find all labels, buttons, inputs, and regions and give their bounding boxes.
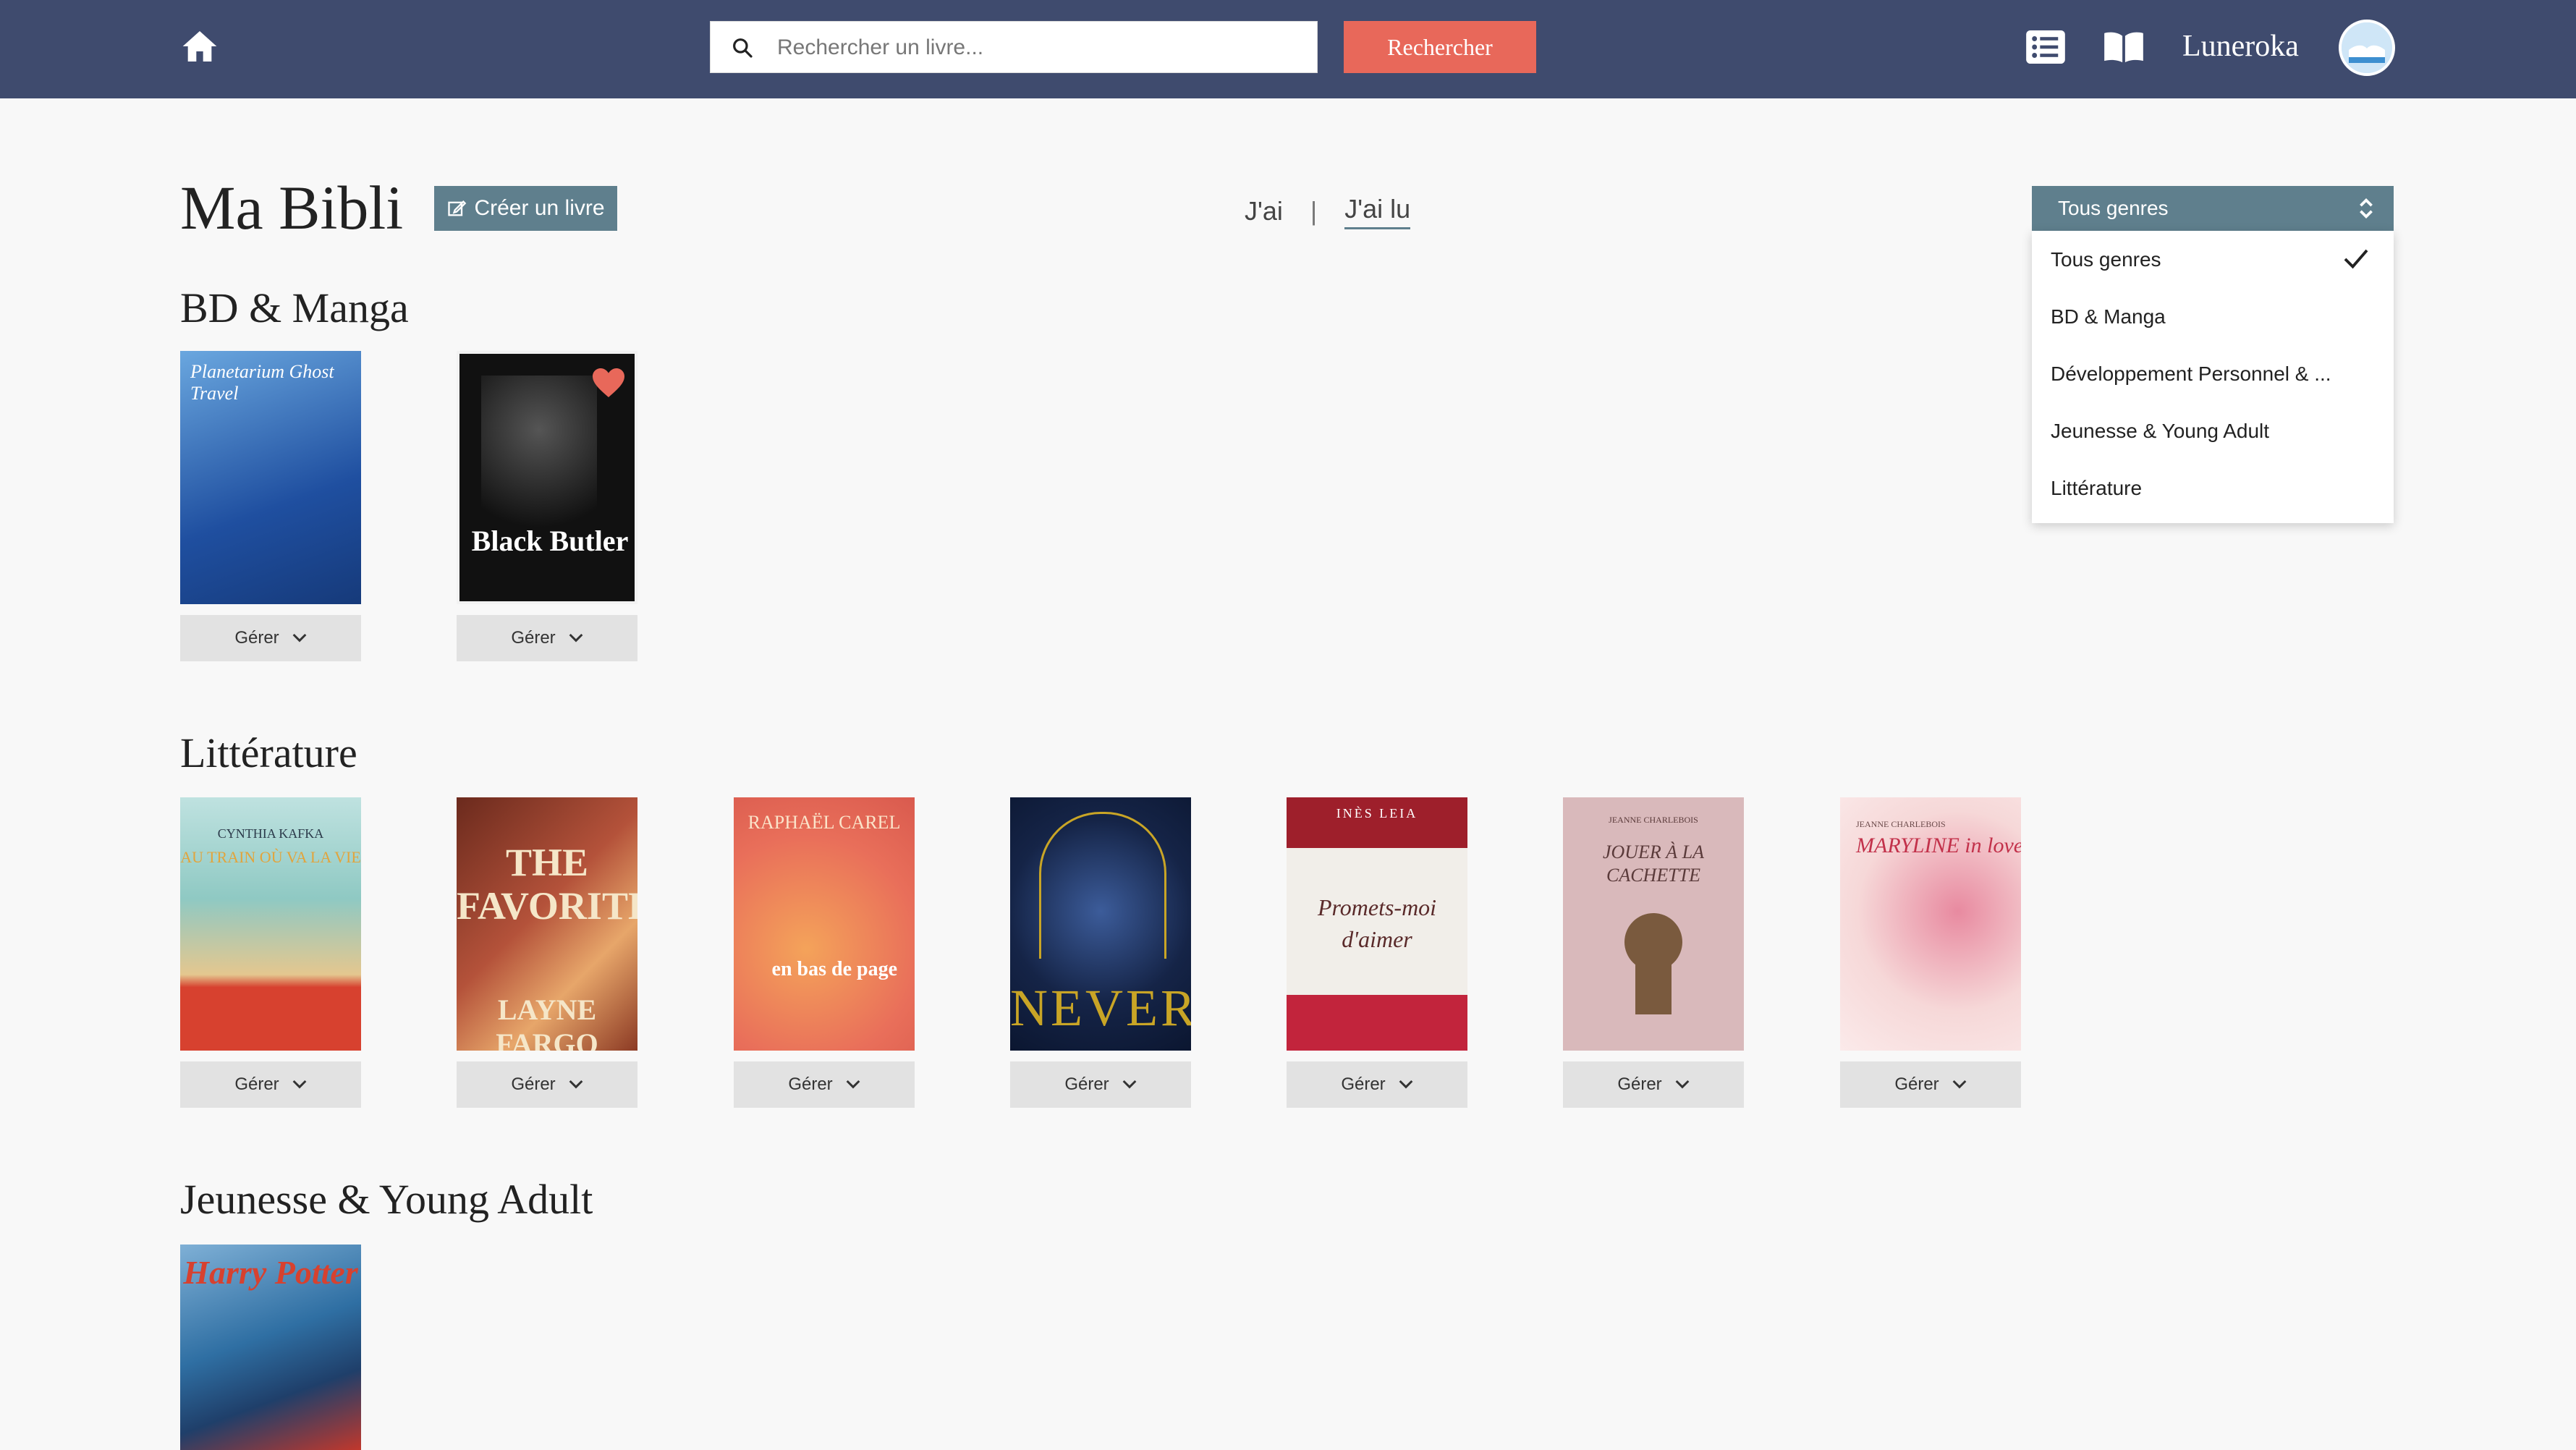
chevron-down-icon bbox=[292, 1080, 307, 1089]
book-cover[interactable]: Black Butler bbox=[457, 351, 637, 604]
manage-label: Gérer bbox=[1894, 1074, 1939, 1094]
toggle-separator: | bbox=[1310, 196, 1318, 226]
manage-button[interactable]: Gérer bbox=[180, 1061, 361, 1108]
cover-author: JEANNE CHARLEBOIS bbox=[1856, 819, 1946, 829]
cover-title: THE FAVORITES bbox=[457, 841, 637, 928]
username[interactable]: Luneroka bbox=[2182, 26, 2299, 67]
page-title: Ma Bibli bbox=[180, 173, 404, 242]
book-cover[interactable]: Harry Potter bbox=[180, 1245, 361, 1450]
tab-read[interactable]: J'ai lu bbox=[1344, 194, 1411, 229]
chevron-down-icon bbox=[1952, 1080, 1967, 1089]
book-cover[interactable]: Planetarium Ghost Travel bbox=[180, 351, 361, 604]
genre-option-label: Jeunesse & Young Adult bbox=[2051, 419, 2270, 442]
genre-option[interactable]: Tous genres bbox=[2032, 231, 2394, 288]
genre-option[interactable]: Développement Personnel & ... bbox=[2032, 345, 2394, 402]
manage-button[interactable]: Gérer bbox=[457, 615, 637, 661]
manage-label: Gérer bbox=[1064, 1074, 1109, 1094]
avatar-image bbox=[2342, 22, 2392, 73]
cover-title: Black Butler bbox=[471, 525, 629, 557]
genre-option[interactable]: Littérature bbox=[2032, 459, 2394, 517]
chevron-down-icon bbox=[569, 1080, 583, 1089]
genre-option-label: BD & Manga bbox=[2051, 305, 2166, 328]
book-cover[interactable]: INÈS LEIA Promets-moi d'aimer bbox=[1287, 797, 1467, 1051]
section-title: Littérature bbox=[180, 729, 357, 776]
book-cover[interactable]: CYNTHIA KAFKA AU TRAIN OÙ VA LA VIE bbox=[180, 797, 361, 1051]
manage-label: Gérer bbox=[511, 628, 556, 648]
chevron-down-icon bbox=[846, 1080, 860, 1089]
genre-dropdown: Tous genres BD & Manga Développement Per… bbox=[2032, 231, 2394, 523]
cover-title: MARYLINE in love bbox=[1856, 834, 2021, 857]
genre-select[interactable]: Tous genres bbox=[2032, 186, 2394, 231]
chevron-down-icon bbox=[1122, 1080, 1137, 1089]
tab-owned[interactable]: J'ai bbox=[1245, 196, 1283, 226]
manage-label: Gérer bbox=[511, 1074, 556, 1094]
chevron-down-icon bbox=[292, 633, 307, 643]
cover-title: AU TRAIN OÙ VA LA VIE bbox=[180, 848, 361, 866]
cover-title: Promets-moi d'aimer bbox=[1317, 894, 1437, 952]
book-cover[interactable]: JEANNE CHARLEBOIS MARYLINE in love bbox=[1840, 797, 2021, 1051]
cover-author: CYNTHIA KAFKA bbox=[217, 826, 324, 841]
cover-author: LAYNE FARGO bbox=[496, 993, 598, 1051]
cover-author: RAPHAËL CAREL bbox=[747, 812, 901, 833]
genre-option-label: Développement Personnel & ... bbox=[2051, 362, 2331, 385]
edit-icon bbox=[448, 200, 467, 216]
manage-label: Gérer bbox=[1617, 1074, 1662, 1094]
cover-author: JEANNE CHARLEBOIS bbox=[1609, 815, 1698, 825]
list-icon[interactable] bbox=[2026, 30, 2065, 64]
top-navbar: Rechercher Luneroka bbox=[0, 0, 2576, 98]
chevron-down-icon bbox=[1399, 1080, 1413, 1089]
cover-title: NEVER bbox=[1010, 979, 1191, 1037]
checkmark-icon bbox=[2344, 249, 2368, 269]
manage-label: Gérer bbox=[1341, 1074, 1386, 1094]
manage-button[interactable]: Gérer bbox=[1287, 1061, 1467, 1108]
search-button[interactable]: Rechercher bbox=[1344, 21, 1536, 73]
genre-option-label: Tous genres bbox=[2051, 247, 2161, 271]
create-book-label: Créer un livre bbox=[474, 196, 605, 220]
avatar[interactable] bbox=[2339, 20, 2395, 76]
chevron-up-down-icon bbox=[2360, 198, 2373, 219]
book-cover[interactable]: JEANNE CHARLEBOIS JOUER À LA CACHETTE bbox=[1563, 797, 1744, 1051]
manage-label: Gérer bbox=[234, 628, 279, 648]
cover-title: en bas de page bbox=[771, 958, 897, 980]
cover-title: Planetarium Ghost Travel bbox=[190, 361, 334, 404]
manage-label: Gérer bbox=[234, 1074, 279, 1094]
chevron-down-icon bbox=[569, 633, 583, 643]
home-icon[interactable] bbox=[179, 26, 220, 67]
search-box bbox=[710, 21, 1318, 74]
genre-option[interactable]: BD & Manga bbox=[2032, 288, 2394, 345]
create-book-button[interactable]: Créer un livre bbox=[434, 186, 617, 231]
cover-title: Harry Potter bbox=[183, 1254, 358, 1291]
book-cover[interactable]: NEVER bbox=[1010, 797, 1191, 1051]
cover-author: INÈS LEIA bbox=[1336, 806, 1418, 821]
manage-button[interactable]: Gérer bbox=[180, 615, 361, 661]
book-cover[interactable]: RAPHAËL CAREL en bas de page bbox=[734, 797, 915, 1051]
manage-label: Gérer bbox=[788, 1074, 833, 1094]
book-cover[interactable]: THE FAVORITES LAYNE FARGO bbox=[457, 797, 637, 1051]
manage-button[interactable]: Gérer bbox=[1840, 1061, 2021, 1108]
ownership-toggle: J'ai | J'ai lu bbox=[1245, 190, 1411, 233]
genre-select-value: Tous genres bbox=[2058, 197, 2169, 219]
search-icon bbox=[733, 38, 753, 58]
manage-button[interactable]: Gérer bbox=[734, 1061, 915, 1108]
manage-button[interactable]: Gérer bbox=[1563, 1061, 1744, 1108]
manage-button[interactable]: Gérer bbox=[457, 1061, 637, 1108]
section-title: Jeunesse & Young Adult bbox=[180, 1176, 593, 1223]
genre-option-label: Littérature bbox=[2051, 476, 2143, 499]
section-title: BD & Manga bbox=[180, 284, 409, 331]
genre-option[interactable]: Jeunesse & Young Adult bbox=[2032, 402, 2394, 459]
favorite-heart-icon[interactable] bbox=[591, 367, 626, 399]
manage-button[interactable]: Gérer bbox=[1010, 1061, 1191, 1108]
chevron-down-icon bbox=[1675, 1080, 1690, 1089]
search-input[interactable] bbox=[776, 22, 1307, 74]
open-book-icon[interactable] bbox=[2103, 30, 2145, 64]
cover-title: JOUER À LA CACHETTE bbox=[1602, 841, 1705, 886]
